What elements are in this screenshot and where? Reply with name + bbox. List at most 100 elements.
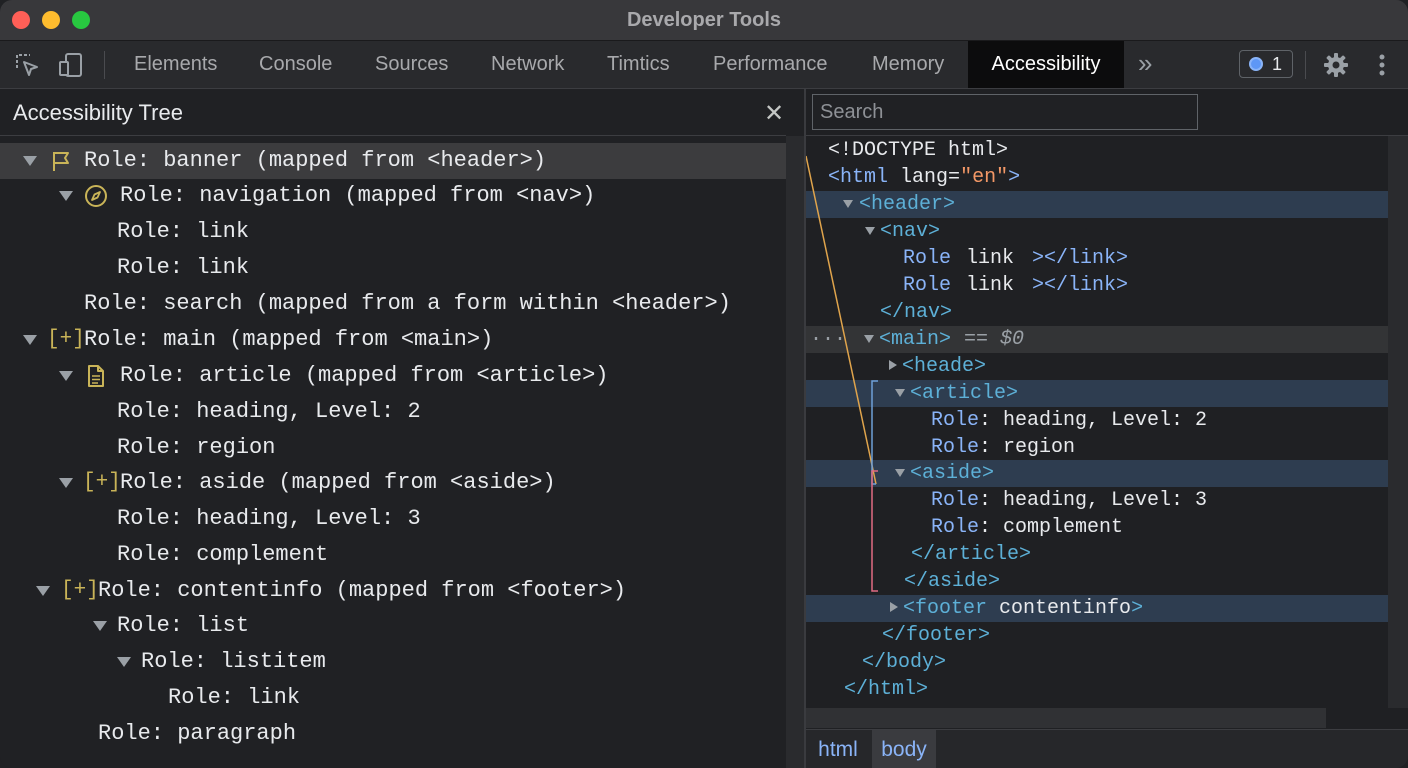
dom-tag: <header> [859,193,956,216]
tree-row-link[interactable]: Role: link [0,214,786,250]
breadcrumb-html[interactable]: html [806,730,870,768]
dom-tag: </footer> [882,624,991,647]
tree-row-complement[interactable]: Role: complement [0,537,786,573]
tree-row-listitem[interactable]: Role: listitem [0,644,786,680]
issues-badge[interactable]: 1 [1239,50,1293,78]
tree-row-main[interactable]: [+] Role: main (mapped from <main>) [0,322,786,358]
tree-row-paragraph[interactable]: Role: paragraph [0,716,786,752]
inspect-element-icon[interactable] [14,52,40,78]
tree-row-heading[interactable]: Role: heading, Level: 3 [0,501,786,537]
tree-row-navigation[interactable]: Role: navigation (mapped from <nav>) [0,178,786,214]
tab-accessibility[interactable]: Accessibility [968,41,1124,88]
dom-row-doctype[interactable]: <!DOCTYPE html> [806,137,1388,164]
horizontal-scrollbar[interactable] [806,708,1326,728]
device-toolbar-icon[interactable] [58,52,84,78]
pane-header: Accessibility Tree ✕ [0,89,786,136]
dom-row-aside-end[interactable]: </aside> [806,568,1388,595]
role-value: : complement [979,516,1124,539]
tree-row-label: Role: aside (mapped from <aside>) [120,470,556,495]
dom-tag: <main> [879,328,952,351]
dom-row-article[interactable]: <article> [806,380,1388,407]
tree-row-article[interactable]: Role: article (mapped from <article>) [0,358,786,394]
dom-row-main[interactable]: ··· <main> == $0 [806,326,1388,353]
tab-sources[interactable]: Sources [375,41,448,88]
gear-icon[interactable] [1323,52,1349,78]
tab-performance[interactable]: Performance [713,41,828,88]
dom-row-html[interactable]: <html lang="en"> [806,164,1388,191]
dom-row-role[interactable]: Role : region [806,434,1388,461]
dom-tag: </aside> [904,570,1001,593]
tree-row-region[interactable]: Role: region [0,430,786,466]
search-input[interactable]: Search [812,94,1198,130]
dom-row-role[interactable]: Role : heading, Level: 2 [806,407,1388,434]
dom-html-tag: <html lang="en"> [828,166,1021,189]
dom-row-header[interactable]: <header> [806,191,1388,218]
pane-title: Accessibility Tree [13,100,183,125]
tab-elements[interactable]: Elements [134,41,217,88]
dom-row-heade[interactable]: <heade> [806,353,1388,380]
dom-tag: </nav> [880,301,953,324]
dom-row-link[interactable]: Role link ></link> [806,245,1388,272]
tab-timtics[interactable]: Timtics [607,41,670,88]
expand-arrow-icon[interactable] [23,156,37,166]
tab-network[interactable]: Network [491,41,564,88]
role-value: link [966,274,1015,297]
tree-row-link[interactable]: Role: link [0,250,786,286]
role-word: Role [931,489,980,512]
tree-row-contentinfo[interactable]: [+] Role: contentinfo (mapped from <foot… [0,573,786,609]
dom-row-footer[interactable]: <footer contentinfo> [806,595,1388,622]
dom-row-role[interactable]: Role : complement [806,514,1388,541]
tree-row-heading[interactable]: Role: heading, Level: 2 [0,394,786,430]
dom-row-nav[interactable]: <nav> [806,218,1388,245]
more-options-icon[interactable] [1378,53,1386,77]
expand-arrow-icon[interactable] [59,191,73,201]
dom-row-link[interactable]: Role link ></link> [806,272,1388,299]
tree-row-label: Role: paragraph [98,721,297,746]
expand-arrow-icon[interactable] [36,586,50,596]
dom-row-footer-end[interactable]: </footer> [806,622,1388,649]
dom-row-nav-end[interactable]: </nav> [806,299,1388,326]
expand-arrow-icon[interactable] [117,657,131,667]
role-word: Role [903,274,952,297]
expand-arrow-icon[interactable] [889,360,897,370]
dom-row-html-end[interactable]: </html> [806,676,1388,703]
dom-pane: Search <!DOCTYPE html> <html lang="en"> … [806,89,1408,768]
expand-arrow-icon[interactable] [890,602,898,612]
more-tabs-icon[interactable]: » [1138,41,1152,88]
expand-arrow-icon[interactable] [93,621,107,631]
tree-row-list[interactable]: Role: list [0,608,786,644]
tree-row-search[interactable]: Role: search (mapped from a form within … [0,286,786,322]
dom-row-role[interactable]: Role : heading, Level: 3 [806,487,1388,514]
role-value: : heading, Level: 2 [979,409,1208,432]
breadcrumb-body[interactable]: body [872,730,936,768]
tree-row-link[interactable]: Role: link [0,680,786,716]
tree-row-banner[interactable]: Role: banner (mapped from <header>) [0,143,786,179]
close-icon[interactable]: ✕ [764,99,784,128]
dom-scrollbar[interactable] [1388,136,1408,708]
dom-tag: <article> [910,382,1019,405]
collapse-arrow-icon[interactable] [843,200,853,208]
collapse-arrow-icon[interactable] [895,389,905,397]
issues-count: 1 [1272,54,1283,74]
role-word: Role [903,247,952,270]
expand-arrow-icon[interactable] [23,335,37,345]
dom-row-aside[interactable]: <aside> [806,460,1388,487]
expand-arrow-icon[interactable] [59,371,73,381]
collapse-arrow-icon[interactable] [865,227,875,235]
role-value: link [966,247,1015,270]
tab-bar: Elements Console Sources Network Timtics… [0,41,1408,89]
tree-row-aside[interactable]: [+] Role: aside (mapped from <aside>) [0,465,786,501]
dom-row-body-end[interactable]: </body> [806,649,1388,676]
more-actions-icon[interactable]: ··· [810,326,846,353]
tree-scrollbar[interactable] [786,136,804,768]
dom-row-article-end[interactable]: </article> [806,541,1388,568]
tab-memory[interactable]: Memory [872,41,944,88]
expand-arrow-icon[interactable] [59,478,73,488]
dom-tag: </article> [911,543,1032,566]
dom-tag: <aside> [910,462,995,485]
tree-row-label: Role: navigation (mapped from <nav>) [120,183,596,208]
toolbar-divider [1305,51,1306,79]
collapse-arrow-icon[interactable] [895,469,905,477]
collapse-arrow-icon[interactable] [864,335,874,343]
tab-console[interactable]: Console [259,41,332,88]
